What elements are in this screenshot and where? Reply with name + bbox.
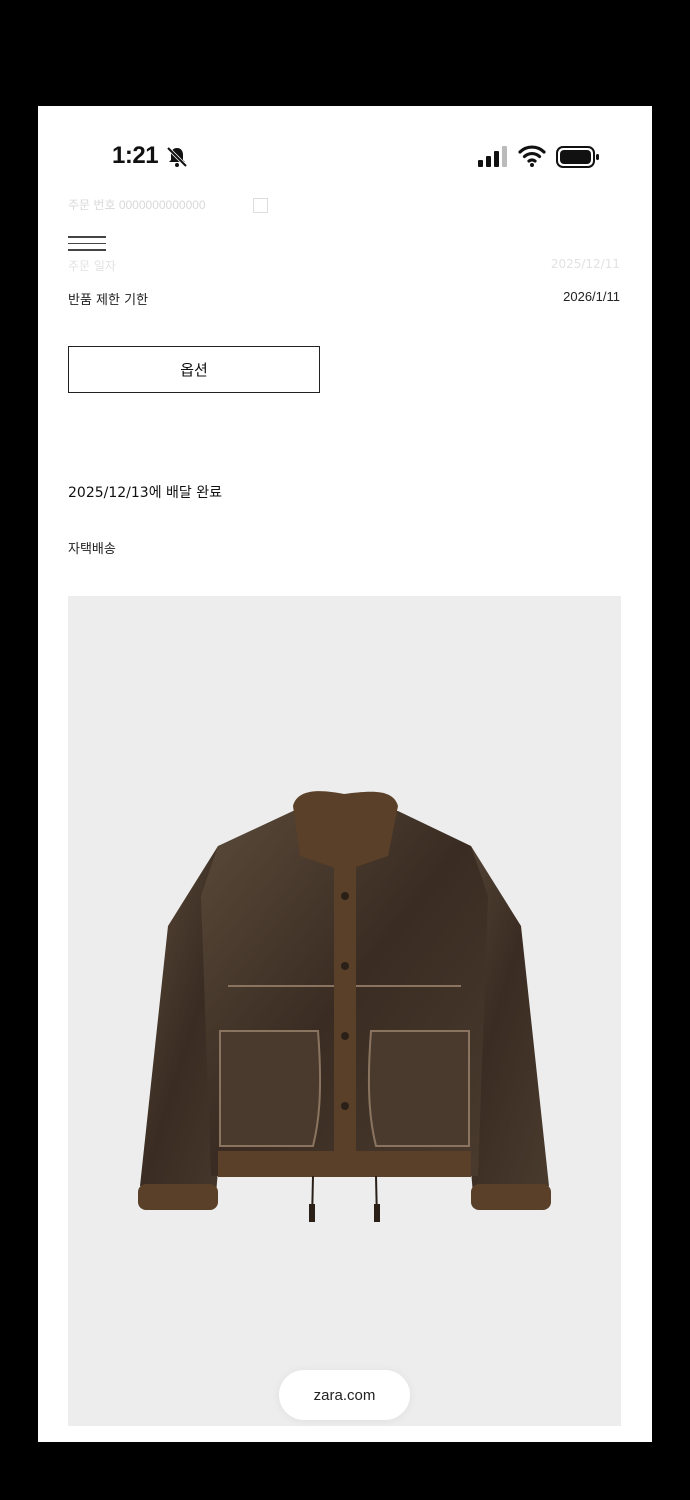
jacket-illustration [138, 791, 551, 1222]
bell-off-icon [166, 146, 188, 168]
menu-icon[interactable] [68, 236, 106, 256]
cellular-signal-icon [478, 146, 507, 167]
status-bar: 1:21 [38, 106, 652, 206]
product-image[interactable] [68, 596, 621, 1426]
battery-icon [556, 146, 599, 168]
order-number-faded: 주문 번호 0000000000000 [68, 198, 206, 212]
order-date-value-faded: 2025/12/11 [550, 257, 620, 271]
delivery-method: 자택배송 [68, 542, 116, 557]
app-screen: 1:21 주문 번호 0000000000000 주문 일자 2025/12/1… [38, 106, 652, 1442]
return-deadline-date: 2026/1/11 [563, 289, 620, 304]
copy-icon [253, 198, 268, 213]
options-button[interactable]: 옵션 [68, 346, 320, 393]
status-time: 1:21 [112, 142, 159, 169]
return-deadline-label: 반품 제한 기한 [68, 293, 149, 308]
delivery-status: 2025/12/13에 배달 완료 [68, 485, 222, 501]
browser-url-bar[interactable]: zara.com [279, 1370, 410, 1420]
wifi-icon [518, 145, 546, 167]
order-date-label-faded: 주문 일자 [68, 259, 116, 273]
